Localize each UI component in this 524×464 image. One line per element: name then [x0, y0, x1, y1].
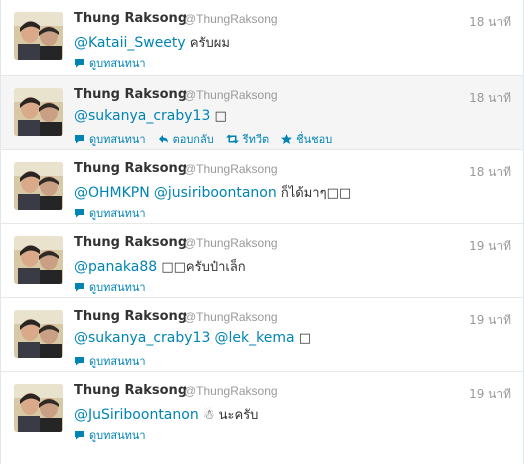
star-icon	[281, 134, 293, 144]
avatar[interactable]	[14, 310, 63, 358]
avatar[interactable]	[14, 162, 63, 210]
tweet-body: ก็ได้มาๆ□□	[280, 186, 352, 201]
tweet-timestamp[interactable]: 18 นาที	[469, 13, 511, 32]
tweet-actions: ดูบทสนทนา	[74, 54, 158, 72]
tweet-body: ☃ นะครับ	[202, 408, 259, 423]
view-conversation-label: ดูบทสนทนา	[89, 429, 146, 442]
mention-link[interactable]: @jusiriboontanon	[154, 185, 277, 201]
favorite-label: ชื่นชอบ	[296, 133, 333, 146]
reply-arrow-icon	[158, 135, 168, 143]
mention-link[interactable]: @OHMKPN	[74, 185, 150, 201]
speech-bubble-icon	[75, 59, 84, 68]
avatar[interactable]	[14, 236, 63, 284]
avatar[interactable]	[14, 12, 63, 60]
speech-bubble-icon	[75, 209, 84, 218]
tweet-actions: ดูบทสนทนา	[74, 426, 158, 444]
tweet-text: @sukanya_craby13 □	[74, 108, 227, 124]
reply-label: ตอบกลับ	[172, 133, 214, 146]
author-fullname[interactable]: Thung Raksong	[74, 235, 187, 250]
tweet-item[interactable]: Thung Raksong @ThungRaksong 18 นาที @OHM…	[1, 149, 523, 223]
mention-link[interactable]: @sukanya_craby13	[74, 330, 210, 346]
avatar-photo-icon	[14, 88, 63, 136]
author-username[interactable]: @ThungRaksong	[184, 12, 278, 26]
author-username[interactable]: @ThungRaksong	[184, 88, 278, 102]
mention-link[interactable]: @lek_kema	[215, 330, 295, 346]
avatar-photo-icon	[14, 310, 63, 358]
author-fullname[interactable]: Thung Raksong	[74, 309, 187, 324]
tweet-actions: ดูบทสนทนา	[74, 278, 158, 296]
tweet-timestamp[interactable]: 19 นาที	[469, 385, 511, 404]
author-fullname[interactable]: Thung Raksong	[74, 161, 187, 176]
avatar[interactable]	[14, 384, 63, 432]
mention-link[interactable]: @panaka88	[74, 259, 157, 275]
speech-bubble-icon	[75, 283, 84, 292]
tweet-item[interactable]: Thung Raksong @ThungRaksong 19 นาที @suk…	[1, 297, 523, 371]
avatar-photo-icon	[14, 12, 63, 60]
tweet-timestamp[interactable]: 19 นาที	[469, 237, 511, 256]
tweet-item[interactable]: Thung Raksong @ThungRaksong 19 นาที @pan…	[1, 223, 523, 297]
author-fullname[interactable]: Thung Raksong	[74, 11, 187, 26]
tweet-body: ครับผม	[189, 36, 230, 51]
tweet-actions: ดูบทสนทนา ตอบกลับ รีทวีต ชื่นชอบ	[74, 130, 344, 148]
mention-link[interactable]: @JuSiriboontanon	[74, 407, 199, 423]
tweet-text: @sukanya_craby13 @lek_kema □	[74, 330, 311, 346]
tweet-item[interactable]: Thung Raksong @ThungRaksong 18 นาที @Kat…	[1, 0, 523, 75]
tweet-text: @JuSiriboontanon ☃ นะครับ	[74, 404, 258, 425]
view-conversation-label: ดูบทสนทนา	[89, 133, 146, 146]
retweet-link[interactable]: รีทวีต	[225, 130, 270, 148]
author-username[interactable]: @ThungRaksong	[184, 384, 278, 398]
tweet-actions: ดูบทสนทนา	[74, 204, 158, 222]
view-conversation-label: ดูบทสนทนา	[89, 355, 146, 368]
speech-bubble-icon	[75, 357, 84, 366]
tweet-text: @OHMKPN @jusiriboontanon ก็ได้มาๆ□□	[74, 182, 351, 203]
author-fullname[interactable]: Thung Raksong	[74, 383, 187, 398]
retweet-icon	[225, 134, 239, 144]
tweet-timestamp[interactable]: 19 นาที	[469, 311, 511, 330]
view-conversation-label: ดูบทสนทนา	[89, 281, 146, 294]
avatar[interactable]	[14, 88, 63, 136]
avatar-photo-icon	[14, 162, 63, 210]
view-conversation-link[interactable]: ดูบทสนทนา	[74, 426, 146, 444]
favorite-link[interactable]: ชื่นชอบ	[281, 130, 332, 148]
tweet-body: □	[214, 109, 227, 124]
author-username[interactable]: @ThungRaksong	[184, 162, 278, 176]
author-username[interactable]: @ThungRaksong	[184, 310, 278, 324]
view-conversation-link[interactable]: ดูบทสนทนา	[74, 278, 146, 296]
tweet-timestamp[interactable]: 18 นาที	[469, 163, 511, 182]
avatar-photo-icon	[14, 236, 63, 284]
tweet-text: @panaka88 □□ครับป๋าเล็ก	[74, 256, 246, 277]
speech-bubble-icon	[75, 431, 84, 440]
author-fullname[interactable]: Thung Raksong	[74, 87, 187, 102]
mention-link[interactable]: @sukanya_craby13	[74, 108, 210, 124]
view-conversation-link[interactable]: ดูบทสนทนา	[74, 130, 146, 148]
retweet-label: รีทวีต	[242, 133, 270, 146]
view-conversation-label: ดูบทสนทนา	[89, 57, 146, 70]
tweet-timestamp[interactable]: 18 นาที	[469, 89, 511, 108]
avatar-photo-icon	[14, 384, 63, 432]
tweet-body: □□ครับป๋าเล็ก	[161, 260, 246, 275]
author-username[interactable]: @ThungRaksong	[184, 236, 278, 250]
view-conversation-link[interactable]: ดูบทสนทนา	[74, 352, 146, 370]
view-conversation-label: ดูบทสนทนา	[89, 207, 146, 220]
tweet-item[interactable]: Thung Raksong @ThungRaksong 19 นาที @JuS…	[1, 371, 523, 445]
tweet-stream: Thung Raksong @ThungRaksong 18 นาที @Kat…	[0, 0, 524, 464]
tweet-text: @Kataii_Sweety ครับผม	[74, 32, 230, 53]
view-conversation-link[interactable]: ดูบทสนทนา	[74, 54, 146, 72]
tweet-item[interactable]: Thung Raksong @ThungRaksong 18 นาที @suk…	[1, 75, 523, 149]
tweet-actions: ดูบทสนทนา	[74, 352, 158, 370]
view-conversation-link[interactable]: ดูบทสนทนา	[74, 204, 146, 222]
speech-bubble-icon	[75, 135, 84, 144]
tweet-body: □	[298, 331, 312, 346]
reply-link[interactable]: ตอบกลับ	[158, 130, 214, 148]
mention-link[interactable]: @Kataii_Sweety	[74, 35, 186, 51]
